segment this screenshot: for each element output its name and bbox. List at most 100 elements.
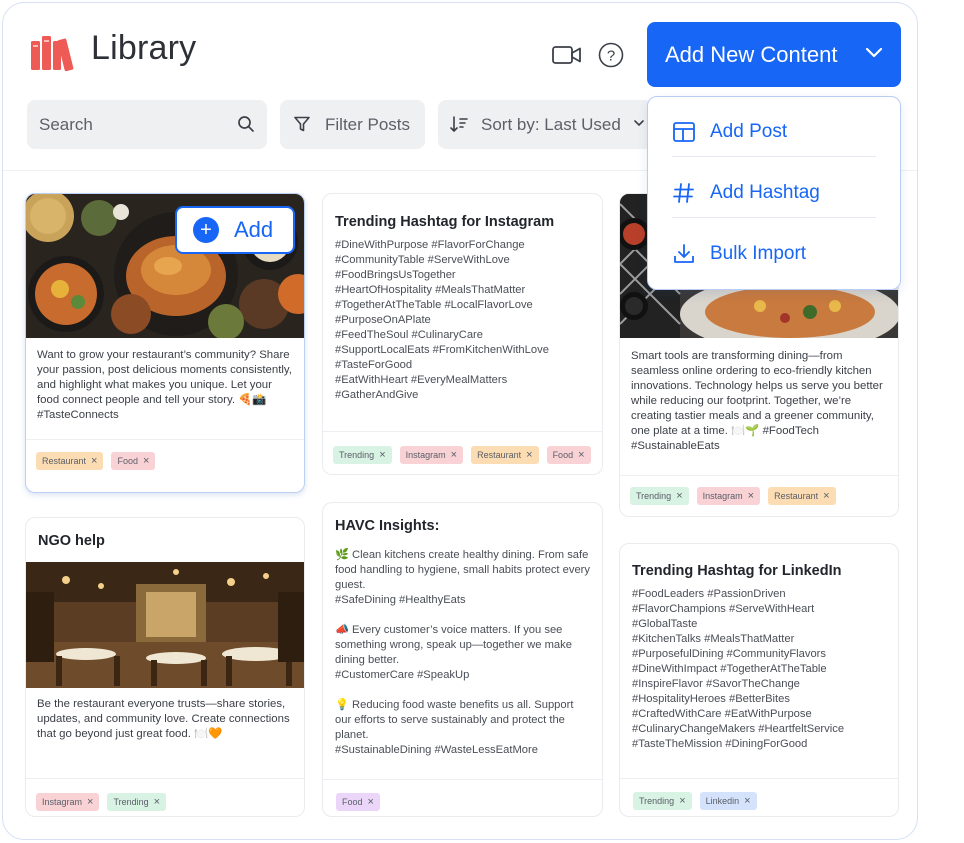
tag-chip[interactable]: Restaurant × xyxy=(471,446,539,464)
tag-list: Food × xyxy=(336,793,380,811)
tag-chip[interactable]: Food × xyxy=(336,793,380,811)
download-icon xyxy=(674,243,694,263)
menu-item-add-hashtag[interactable]: Add Hashtag xyxy=(672,162,876,223)
menu-item-label: Add Hashtag xyxy=(710,181,820,203)
search-input[interactable]: Search xyxy=(27,100,267,149)
tag-label: Food xyxy=(552,450,574,460)
tag-chip[interactable]: Trending × xyxy=(633,792,692,810)
tag-label: Trending xyxy=(113,797,149,807)
library-window: Library ? Add New Content Search Filter … xyxy=(2,2,918,840)
search-icon xyxy=(238,116,254,132)
add-new-content-label: Add New Content xyxy=(665,41,838,67)
sort-label: Sort by: Last Used xyxy=(481,114,621,134)
filter-label: Filter Posts xyxy=(325,114,411,134)
menu-divider xyxy=(672,217,876,218)
close-icon[interactable]: × xyxy=(744,795,750,807)
close-icon[interactable]: × xyxy=(526,449,532,461)
page-title: Library xyxy=(91,29,197,67)
tag-chip[interactable]: Linkedin × xyxy=(699,792,757,810)
post-card[interactable]: HAVC Insights: 🌿 Clean kitchens create h… xyxy=(322,502,603,817)
tag-chip[interactable]: Restaurant × xyxy=(768,487,836,505)
hashtag-list: #FoodLeaders #PassionDriven #FlavorChamp… xyxy=(632,588,845,750)
menu-item-label: Add Post xyxy=(710,120,788,142)
add-new-content-button[interactable]: Add New Content xyxy=(647,22,901,87)
card-divider xyxy=(323,431,602,432)
filter-icon xyxy=(294,116,310,132)
menu-item-bulk-import[interactable]: Bulk Import xyxy=(672,223,876,284)
tag-list: Restaurant × Food × xyxy=(36,452,156,470)
close-icon[interactable]: × xyxy=(451,449,457,461)
tag-label: Trending xyxy=(339,450,375,460)
search-placeholder: Search xyxy=(39,114,93,134)
card-divider xyxy=(26,778,304,779)
card-divider xyxy=(323,779,602,780)
tag-list: Instagram × Trending × xyxy=(36,793,167,811)
hashtag-card[interactable]: Trending Hashtag for LinkedIn #FoodLeade… xyxy=(619,543,899,817)
menu-item-label: Bulk Import xyxy=(710,242,807,264)
tag-label: Instagram xyxy=(405,450,446,460)
add-button[interactable]: + Add xyxy=(175,206,295,254)
tag-label: Restaurant xyxy=(774,491,819,501)
library-logo-icon xyxy=(31,36,74,71)
tag-label: Trending xyxy=(639,796,675,806)
tag-chip[interactable]: Food × xyxy=(111,452,156,470)
close-icon[interactable]: × xyxy=(823,490,829,502)
card-title: Trending Hashtag for LinkedIn xyxy=(632,563,842,579)
close-icon[interactable]: × xyxy=(748,490,754,502)
tag-chip[interactable]: Instagram × xyxy=(36,793,100,811)
post-text: Smart tools are transforming dining—from… xyxy=(631,350,883,452)
card-divider xyxy=(620,475,898,476)
tag-list: Trending × Instagram × Restaurant × xyxy=(630,487,836,505)
hash-icon xyxy=(673,182,694,203)
close-icon[interactable]: × xyxy=(154,796,160,808)
card-divider xyxy=(620,778,898,779)
close-icon[interactable]: × xyxy=(679,795,685,807)
layout-icon xyxy=(673,121,695,142)
close-icon[interactable]: × xyxy=(676,490,682,502)
chevron-down-icon xyxy=(634,120,644,127)
restaurant-interior-image xyxy=(26,562,304,688)
paragraph: 🌿 Clean kitchens create healthy dining. … xyxy=(335,549,590,606)
close-icon[interactable]: × xyxy=(91,455,97,467)
tag-label: Food xyxy=(342,797,363,807)
post-text: Want to grow your restaurant’s community… xyxy=(37,349,292,421)
close-icon[interactable]: × xyxy=(87,796,93,808)
tag-chip[interactable]: Restaurant × xyxy=(36,452,104,470)
tag-label: Instagram xyxy=(702,491,743,501)
filter-posts-button[interactable]: Filter Posts xyxy=(280,100,425,149)
tag-chip[interactable]: Trending × xyxy=(107,793,167,811)
tag-chip[interactable]: Instagram × xyxy=(696,487,761,505)
plus-icon: + xyxy=(193,217,219,243)
close-icon[interactable]: × xyxy=(379,449,385,461)
close-icon[interactable]: × xyxy=(368,796,374,808)
card-divider xyxy=(26,439,304,440)
help-icon[interactable]: ? xyxy=(598,42,624,68)
menu-item-add-post[interactable]: Add Post xyxy=(672,101,876,162)
card-title: HAVC Insights: xyxy=(335,518,440,534)
tag-list: Trending × Instagram × Restaurant × Food × xyxy=(333,446,591,464)
post-text: Be the restaurant everyone trusts—share … xyxy=(37,698,290,740)
paragraph: 📣 Every customer’s voice matters. If you… xyxy=(335,624,572,681)
hashtag-card[interactable]: Trending Hashtag for Instagram #DineWith… xyxy=(322,193,603,475)
sort-icon xyxy=(450,116,468,132)
post-card[interactable]: NGO help Be the restaurant everyone trus… xyxy=(25,517,305,817)
video-icon[interactable] xyxy=(551,43,583,67)
tag-chip[interactable]: Trending × xyxy=(630,487,689,505)
sort-dropdown[interactable]: Sort by: Last Used xyxy=(438,100,653,149)
tag-label: Restaurant xyxy=(42,456,87,466)
tag-label: Instagram xyxy=(42,797,83,807)
card-title: Trending Hashtag for Instagram xyxy=(335,214,555,230)
tag-list: Trending × Linkedin × xyxy=(633,792,757,810)
tag-label: Trending xyxy=(636,491,672,501)
tag-label: Linkedin xyxy=(705,796,740,806)
tag-chip[interactable]: Trending × xyxy=(333,446,392,464)
chevron-down-icon xyxy=(865,47,883,58)
hashtag-list: #DineWithPurpose #FlavorForChange #Commu… xyxy=(335,239,549,401)
tag-chip[interactable]: Instagram × xyxy=(399,446,464,464)
close-icon[interactable]: × xyxy=(143,455,149,467)
svg-text:?: ? xyxy=(607,48,615,65)
card-title: NGO help xyxy=(38,533,105,549)
tag-chip[interactable]: Food × xyxy=(546,446,591,464)
paragraph: 💡 Reducing food waste benefits us all. S… xyxy=(335,699,574,756)
close-icon[interactable]: × xyxy=(578,449,584,461)
